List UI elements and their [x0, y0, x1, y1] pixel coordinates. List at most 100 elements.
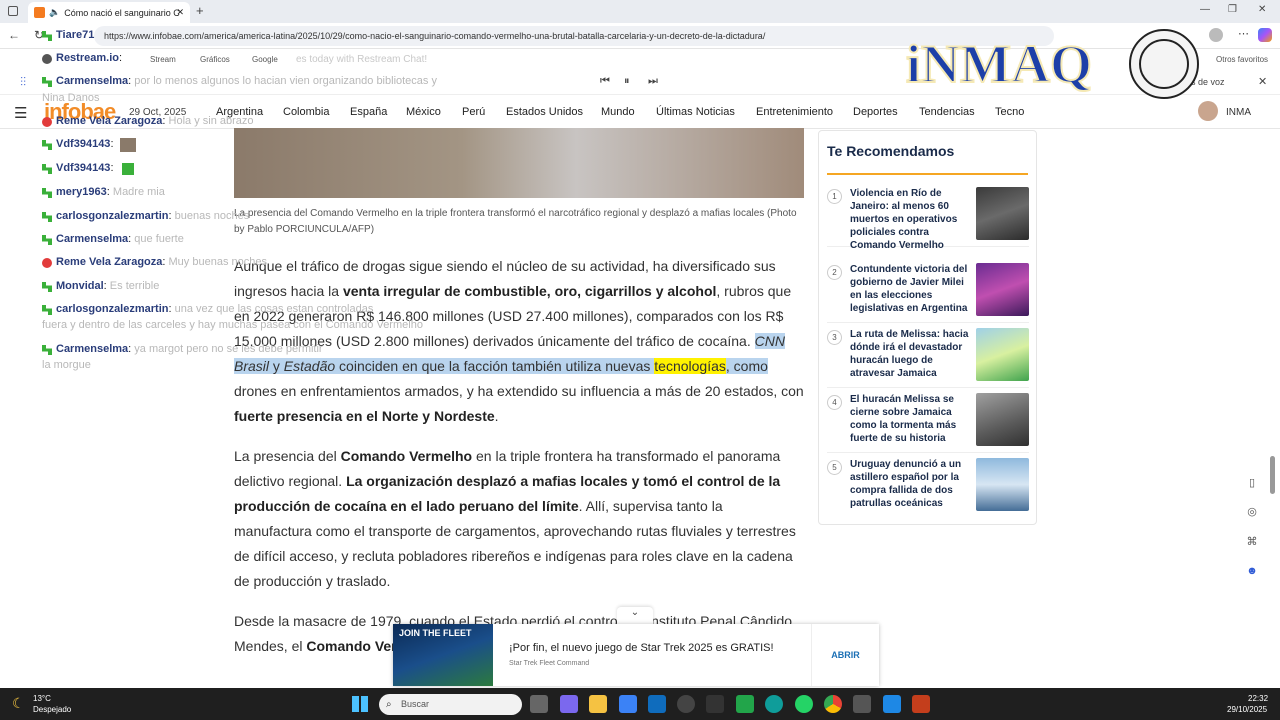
nav-ultimas-noticias[interactable]: Últimas Noticias [656, 106, 735, 118]
ad-open-button[interactable]: ABRIR [811, 624, 879, 686]
chrome-icon[interactable] [824, 695, 842, 713]
minimize-icon[interactable]: — [1200, 4, 1210, 15]
close-read-aloud-icon[interactable]: ✕ [1258, 75, 1267, 88]
item-number: 4 [827, 395, 842, 410]
tab-active[interactable]: 🔈 Cómo nació el sanguinario C ✕ [28, 2, 190, 23]
profile-icon[interactable] [1209, 28, 1223, 42]
speaker-icon[interactable]: 🔈 [49, 7, 60, 18]
sidebar-title: Te Recomendamos [827, 143, 955, 159]
copilot-icon[interactable] [1258, 28, 1272, 42]
weather-desc[interactable]: Despejado [33, 705, 71, 714]
task-view-icon[interactable] [530, 695, 548, 713]
nav-mexico[interactable]: México [406, 106, 441, 118]
reload-icon[interactable]: ↻ [34, 28, 44, 42]
article-paragraph-2: La presencia del Comando Vermelho en la … [234, 448, 796, 589]
bookmark-prompt: es today with Restream Chat! [296, 54, 428, 65]
emoji-icon [122, 163, 134, 175]
assistant-icon[interactable]: ☻ [1243, 562, 1261, 580]
pause-icon[interactable]: ⏸ [624, 75, 630, 88]
ad-banner[interactable]: JOIN THE FLEET ¡Por fin, el nuevo juego … [393, 624, 879, 686]
sidebar-toggle-icon[interactable] [8, 6, 18, 16]
reading-view-icon[interactable]: ▯ [1243, 474, 1261, 492]
brand-text: iNMAQ [906, 34, 1092, 94]
teams-icon[interactable] [560, 695, 578, 713]
tab-title: Cómo nació el sanguinario C [64, 7, 180, 18]
recommended-item[interactable]: 3 La ruta de Melissa: hacia dónde irá el… [827, 328, 1029, 388]
target-icon[interactable]: ◎ [1243, 503, 1261, 521]
item-headline[interactable]: La ruta de Melissa: hacia dónde irá el d… [850, 328, 970, 380]
recommended-item[interactable]: 4 El huracán Melissa se cierne sobre Jam… [827, 393, 1029, 453]
menu-icon[interactable]: ⋯ [1238, 27, 1249, 40]
nav-argentina[interactable]: Argentina [216, 106, 263, 118]
highlight-word: tecnologías [654, 358, 726, 374]
item-headline[interactable]: Contundente victoria del gobierno de Jav… [850, 263, 970, 315]
command-icon[interactable]: ⌘ [1243, 533, 1261, 551]
start-icon[interactable] [352, 696, 368, 712]
item-thumbnail[interactable] [976, 458, 1029, 511]
nav-espana[interactable]: España [350, 106, 387, 118]
nav-peru[interactable]: Perú [462, 106, 485, 118]
chat-line-continued: la morgue [42, 359, 91, 371]
scrollbar-thumb[interactable] [1270, 456, 1275, 494]
nav-mundo[interactable]: Mundo [601, 106, 635, 118]
item-headline[interactable]: Violencia en Río de Janeiro: al menos 60… [850, 187, 970, 252]
item-thumbnail[interactable] [976, 263, 1029, 316]
weather-temp[interactable]: 13°C [33, 694, 51, 703]
chat-line: Monvidal: Es terrible [56, 280, 160, 292]
next-icon[interactable]: ⏭ [648, 75, 658, 88]
bookmark-stream[interactable]: Stream [150, 55, 176, 64]
user-name[interactable]: INMA [1226, 107, 1251, 118]
hamburger-icon[interactable]: ☰ [14, 104, 27, 122]
store-icon[interactable] [619, 695, 637, 713]
ad-image[interactable]: JOIN THE FLEET [393, 624, 493, 686]
recommended-item[interactable]: 1 Violencia en Río de Janeiro: al menos … [827, 187, 1029, 251]
moon-weather-icon[interactable]: ☾ [12, 695, 25, 712]
recommended-item[interactable]: 2 Contundente victoria del gobierno de J… [827, 263, 1029, 323]
maximize-icon[interactable]: ❐ [1228, 4, 1237, 15]
scrollbar[interactable] [1268, 96, 1278, 686]
new-tab-icon[interactable]: + [196, 3, 204, 18]
back-icon[interactable]: ← [8, 28, 20, 42]
whatsapp-icon[interactable] [795, 695, 813, 713]
taskbar-search[interactable]: ⌕ Buscar [379, 694, 522, 715]
app-icon[interactable] [677, 695, 695, 713]
item-thumbnail[interactable] [976, 187, 1029, 240]
user-avatar[interactable] [1198, 101, 1218, 121]
item-headline[interactable]: El huracán Melissa se cierne sobre Jamai… [850, 393, 970, 445]
app-icon[interactable] [736, 695, 754, 713]
site-logo[interactable]: infobae [44, 99, 116, 125]
nav-deportes[interactable]: Deportes [853, 106, 898, 118]
item-headline[interactable]: Uruguay denunció a un astillero español … [850, 458, 970, 510]
close-tab-icon[interactable]: ✕ [176, 7, 184, 18]
outlook-icon[interactable] [648, 695, 666, 713]
edge-active-icon[interactable] [883, 695, 901, 713]
item-thumbnail[interactable] [976, 328, 1029, 381]
previous-icon[interactable]: ⏮ [600, 75, 610, 88]
clock-date[interactable]: 29/10/2025 [1227, 705, 1267, 714]
brand-logo: iNMAQ [900, 24, 1200, 108]
chat-green-icon [42, 305, 52, 315]
clock-time[interactable]: 22:32 [1248, 694, 1268, 703]
item-thumbnail[interactable] [976, 393, 1029, 446]
recommended-item[interactable]: 5 Uruguay denunció a un astillero españo… [827, 458, 1029, 518]
chat-green-icon [42, 235, 52, 245]
edge-icon[interactable] [765, 695, 783, 713]
powerpoint-icon[interactable] [912, 695, 930, 713]
nav-estados-unidos[interactable]: Estados Unidos [506, 106, 583, 118]
file-explorer-icon[interactable] [589, 695, 607, 713]
close-window-icon[interactable]: ✕ [1258, 4, 1266, 15]
app-icon[interactable] [853, 695, 871, 713]
nav-colombia[interactable]: Colombia [283, 106, 329, 118]
chat-green-icon [42, 164, 52, 174]
ad-title[interactable]: ¡Por fin, el nuevo juego de Star Trek 20… [509, 642, 774, 654]
nav-entretenimiento[interactable]: Entretenimiento [756, 106, 833, 118]
item-number: 3 [827, 330, 842, 345]
bookmark-graficos[interactable]: Gráficos [200, 55, 230, 64]
article-photo [234, 128, 804, 198]
article-paragraph-1: Aunque el tráfico de drogas sigue siendo… [234, 258, 804, 424]
other-favorites[interactable]: Otros favoritos [1216, 55, 1268, 64]
search-icon: ⌕ [386, 699, 392, 710]
ad-collapse-button[interactable]: ⌄ [617, 607, 653, 624]
bookmark-google[interactable]: Google [252, 55, 278, 64]
app-icon[interactable] [706, 695, 724, 713]
